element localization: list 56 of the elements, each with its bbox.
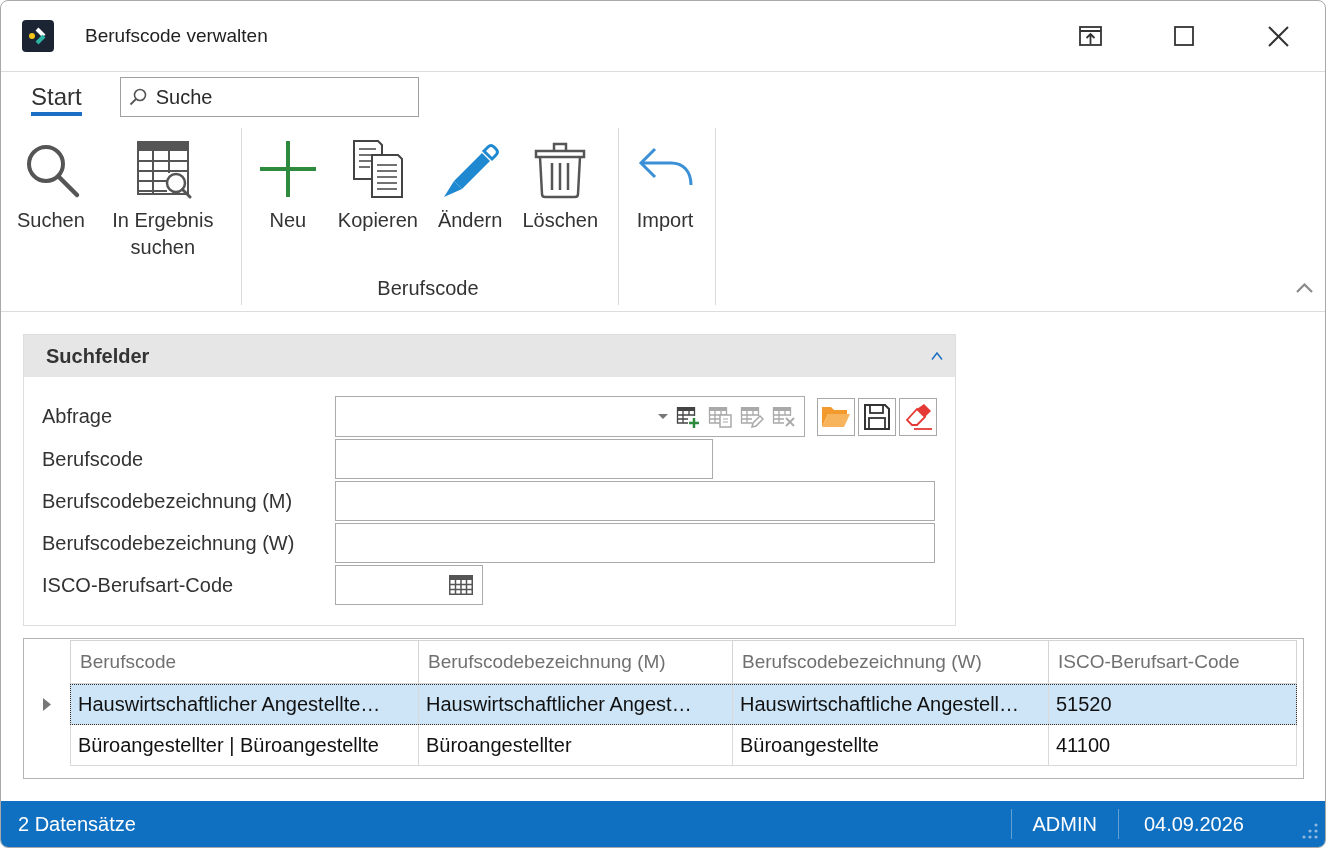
input-field[interactable]	[335, 481, 935, 521]
table-cell: 51520	[1049, 684, 1297, 724]
window-arrow-up-icon	[1078, 26, 1102, 46]
user-name: ADMIN	[1011, 809, 1118, 839]
field-label: Berufscode	[42, 447, 144, 471]
field-label: Berufscodebezeichnung (M)	[42, 489, 293, 513]
field-label: ISCO-Berufsart-Code	[42, 573, 234, 597]
window-title: Berufscode verwalten	[85, 25, 268, 47]
table-cell: Büroangestellter | Büroangestellte	[71, 725, 419, 765]
search-icon	[128, 88, 147, 106]
dropdown-arrow-icon	[658, 414, 668, 419]
folder-icon	[821, 405, 851, 428]
app-logo-icon	[22, 20, 54, 52]
table-cell: Hauswirtschaftlicher Angest…	[419, 684, 733, 724]
table-cell: Hauswirtschaftlicher Angestellte…	[71, 684, 419, 724]
delete-button[interactable]: Löschen	[518, 128, 603, 234]
resize-grip-icon[interactable]	[1300, 821, 1318, 839]
table-cell: Büroangestellte	[733, 725, 1049, 765]
input-field[interactable]	[335, 523, 935, 563]
maximize-icon	[1174, 26, 1194, 46]
search-in-results-button[interactable]: In Ergebnis suchen	[100, 128, 225, 261]
table-plus-icon[interactable]	[676, 405, 700, 428]
search-button[interactable]: Suchen	[13, 128, 89, 234]
field-label: Berufscodebezeichnung (W)	[42, 531, 295, 555]
row-indicator-icon	[43, 698, 51, 711]
search-field[interactable]: Suche	[119, 77, 419, 117]
group-label: Berufscode	[376, 277, 480, 301]
save-button[interactable]	[858, 397, 896, 436]
table-row[interactable]: Hauswirtschaftlicher Angestellte… Hauswirtschaftlicher Angest… Hauswirtschaftliche Angestell… 51520	[70, 684, 1297, 725]
panel-title: Suchfelder	[46, 344, 150, 368]
clear-button[interactable]	[899, 397, 937, 436]
collapse-ribbon-button[interactable]	[1296, 283, 1313, 293]
copy-button[interactable]: Kopieren	[333, 128, 422, 234]
table-cell: Büroangestellter	[419, 725, 733, 765]
chevron-up-icon	[1296, 283, 1313, 293]
new-button[interactable]: Neu	[253, 128, 322, 234]
table-icon[interactable]	[449, 575, 473, 595]
edit-button[interactable]: Ändern	[433, 128, 507, 234]
field-label: Abfrage	[42, 405, 113, 428]
column-header[interactable]: Berufscodebezeichnung (M)	[419, 640, 733, 684]
column-header[interactable]: Berufscode	[70, 640, 419, 684]
import-button[interactable]: Import	[631, 128, 700, 234]
record-count: 2 Datensätze	[17, 812, 136, 836]
chevron-up-icon[interactable]	[931, 352, 943, 360]
close-icon	[1267, 25, 1289, 47]
ribbon-tab[interactable]: Start	[31, 77, 82, 116]
column-header[interactable]: Berufscodebezeichnung (W)	[733, 640, 1049, 684]
input-field[interactable]	[335, 565, 483, 605]
column-header[interactable]: ISCO-Berufsart-Code	[1049, 640, 1297, 684]
table-cell: 41100	[1049, 725, 1297, 765]
input-field[interactable]	[335, 439, 713, 479]
table-row[interactable]: Büroangestellter | Büroangestellte Büroangestellter Büroangestellte 41100	[70, 725, 1297, 766]
eraser-icon	[904, 403, 932, 430]
status-date: 04.09.2026	[1117, 809, 1268, 839]
plus-icon	[257, 139, 318, 199]
table-cell: Hauswirtschaftliche Angestell…	[733, 684, 1049, 724]
